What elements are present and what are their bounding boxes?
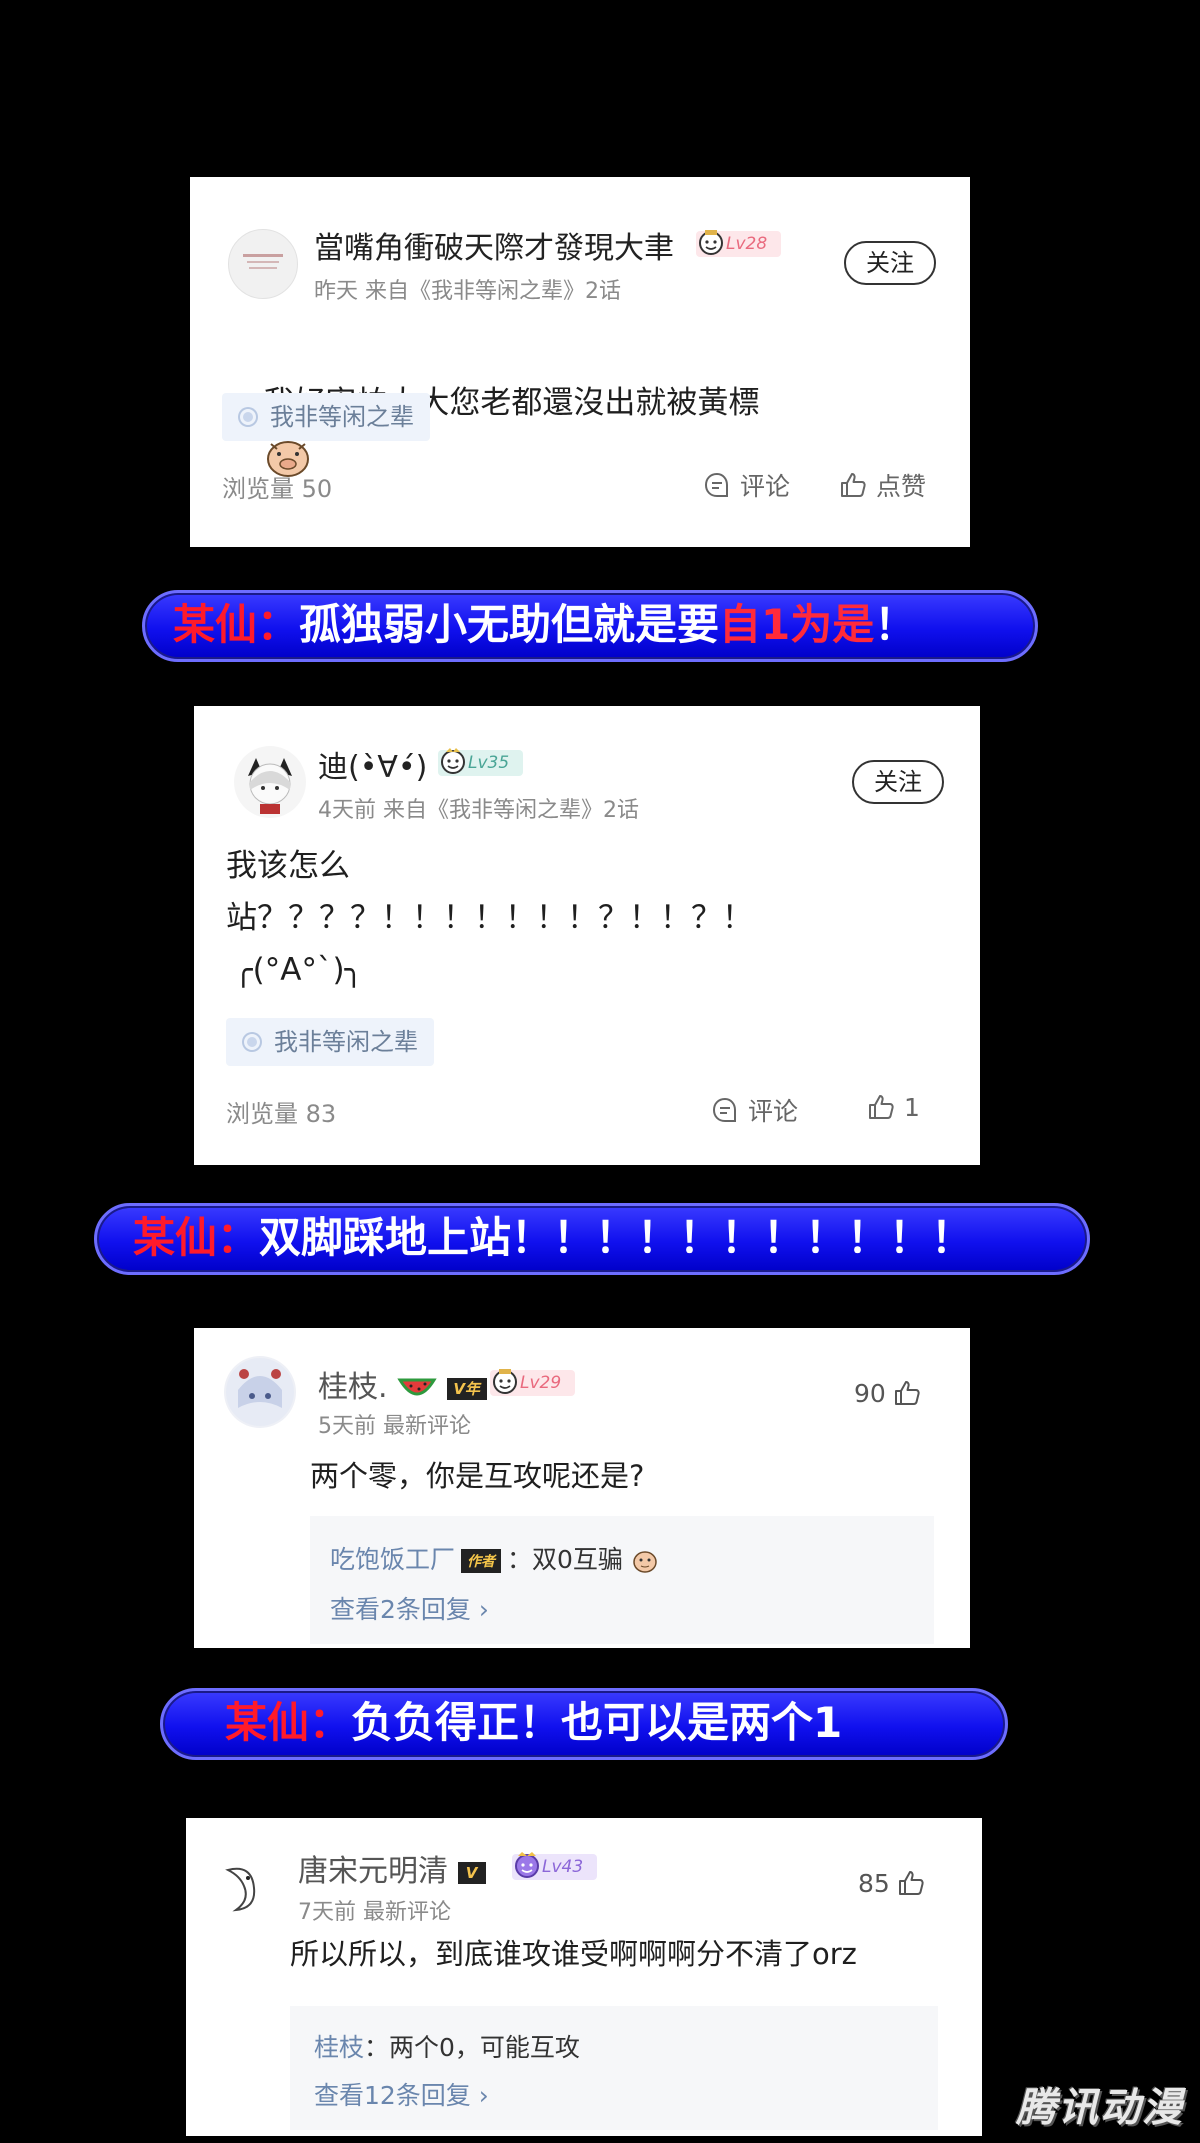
- caption-text-end: ！: [874, 600, 917, 649]
- reply-box: 吃饱饭工厂 作者 ：双0互骗 查看2条回复 ›: [310, 1516, 934, 1644]
- view-replies-link[interactable]: 查看12条回复 ›: [314, 2076, 489, 2112]
- comment-body: 所以所以，到底谁攻谁受啊啊啊分不清了orz: [290, 1937, 857, 1971]
- thumbs-up-icon: [894, 1381, 920, 1405]
- like-count: 85: [858, 1868, 890, 1898]
- watermark-logo: 腾讯动漫: [1016, 2085, 1184, 2131]
- avatar[interactable]: [228, 229, 298, 299]
- caption-banner-2: 某仙：双脚踩地上站！！！！！！！！！！！: [94, 1203, 1090, 1275]
- comment-body-line-2: 站？？？？！！！！！！！？！！？！: [226, 900, 753, 936]
- level-badge: Lv29: [490, 1369, 576, 1396]
- thumbs-up-icon: [841, 473, 866, 497]
- comment-button[interactable]: 评论: [710, 1092, 798, 1128]
- level-face-icon: [441, 748, 465, 774]
- comment-meta: 昨天 来自《我非等闲之辈》2话: [314, 279, 621, 304]
- view-count: 浏览量 50: [222, 475, 333, 503]
- like-button[interactable]: 1: [866, 1092, 920, 1122]
- level-face-icon: [699, 230, 723, 255]
- caption-banner-1: 某仙：孤独弱小无助但就是要自1为是！: [142, 590, 1038, 662]
- comment-body-line-1: 我该怎么: [226, 848, 350, 884]
- like-count: 90: [854, 1378, 886, 1408]
- reply-preview: 吃饱饭工厂 作者 ：双0互骗: [330, 1540, 659, 1576]
- reply-author[interactable]: 桂枝: [314, 2033, 364, 2062]
- username[interactable]: 當嘴角衝破天際才發現大聿: [314, 223, 674, 267]
- level-face-icon: [493, 1369, 517, 1394]
- like-button[interactable]: 85: [858, 1868, 926, 1898]
- caption-speaker: 某仙：: [225, 1698, 352, 1747]
- level-face-icon: [515, 1852, 539, 1878]
- comment-meta: 4天前 来自《我非等闲之辈》2话: [318, 798, 639, 823]
- thumbs-up-icon: [869, 1095, 894, 1119]
- caption-text: 孤独弱小无助但就是要: [299, 600, 720, 649]
- reply-preview: 桂枝：两个0，可能互攻: [314, 2033, 580, 2062]
- comment-button[interactable]: 评论: [702, 467, 790, 503]
- level-badge: Lv35: [438, 748, 524, 776]
- like-button[interactable]: 点赞: [838, 467, 926, 503]
- thumbs-up-icon: [898, 1871, 924, 1895]
- view-replies-link[interactable]: 查看2条回复 ›: [330, 1590, 489, 1626]
- level-text: Lv28: [726, 234, 768, 254]
- vip-badge: V: [457, 1861, 486, 1884]
- author-badge: 作者: [461, 1549, 502, 1573]
- comment-meta: 7天前 最新评论: [298, 1900, 451, 1925]
- face-emoji-icon: [633, 1551, 657, 1573]
- reply-box: 桂枝：两个0，可能互攻 查看12条回复 ›: [290, 2006, 938, 2130]
- vip-badge: V年: [446, 1377, 487, 1400]
- comment-card-2: 迪(•̀∀•́) Lv35 4天前 来自《我非等闲之辈》2话 关注 我该怎么 站…: [194, 706, 980, 1165]
- level-text: Lv43: [542, 1857, 584, 1877]
- topic-tag[interactable]: 我非等闲之辈: [226, 1018, 434, 1066]
- level-badge: Lv43: [512, 1852, 598, 1880]
- watermelon-icon: [397, 1378, 437, 1395]
- view-count: 浏览量 83: [226, 1100, 337, 1128]
- level-text: Lv29: [520, 1373, 562, 1393]
- comment-body-line-3: ╭(°A°`)╮: [234, 952, 364, 988]
- comment-card-1: 當嘴角衝破天際才發現大聿 Lv28 昨天 来自《我非等闲之辈》2话 关注 我好害…: [190, 177, 970, 547]
- caption-text: 负负得正！也可以是两个1: [351, 1698, 843, 1747]
- follow-button[interactable]: 关注: [844, 241, 936, 285]
- username[interactable]: 迪(•̀∀•́): [318, 742, 427, 786]
- level-badge: Lv28: [696, 230, 782, 257]
- comment-icon: [712, 1097, 736, 1122]
- caption-speaker: 某仙：: [133, 1213, 260, 1262]
- username[interactable]: 唐宋元明清 V: [298, 1846, 486, 1890]
- comment-card-3: 桂枝. V年 Lv29 5天前 最新评论 90 两个零，你是互攻呢还是? 吃饱饭…: [194, 1328, 970, 1648]
- level-text: Lv35: [468, 753, 510, 773]
- reply-author[interactable]: 吃饱饭工厂: [330, 1545, 455, 1574]
- comment-body: 两个零，你是互攻呢还是?: [310, 1459, 645, 1493]
- follow-button[interactable]: 关注: [852, 760, 944, 804]
- comment-card-4: 唐宋元明清 V Lv43 7天前 最新评论 85 所以所以，到底谁攻谁受啊啊啊分…: [186, 1818, 982, 2136]
- like-button[interactable]: 90: [854, 1378, 922, 1408]
- caption-speaker: 某仙：: [173, 600, 300, 649]
- topic-tag[interactable]: 我非等闲之辈: [222, 393, 430, 441]
- caption-banner-3: 某仙：负负得正！也可以是两个1: [160, 1688, 1008, 1760]
- username[interactable]: 桂枝. V年: [318, 1362, 487, 1406]
- avatar[interactable]: [234, 746, 306, 818]
- caption-text: 双脚踩地上站！！！！！！！！！！！: [259, 1213, 974, 1262]
- avatar[interactable]: [214, 1860, 270, 1916]
- comment-icon: [704, 472, 728, 497]
- caption-highlight: 自1为是: [719, 600, 875, 649]
- comment-meta: 5天前 最新评论: [318, 1414, 471, 1439]
- avatar[interactable]: [224, 1356, 296, 1428]
